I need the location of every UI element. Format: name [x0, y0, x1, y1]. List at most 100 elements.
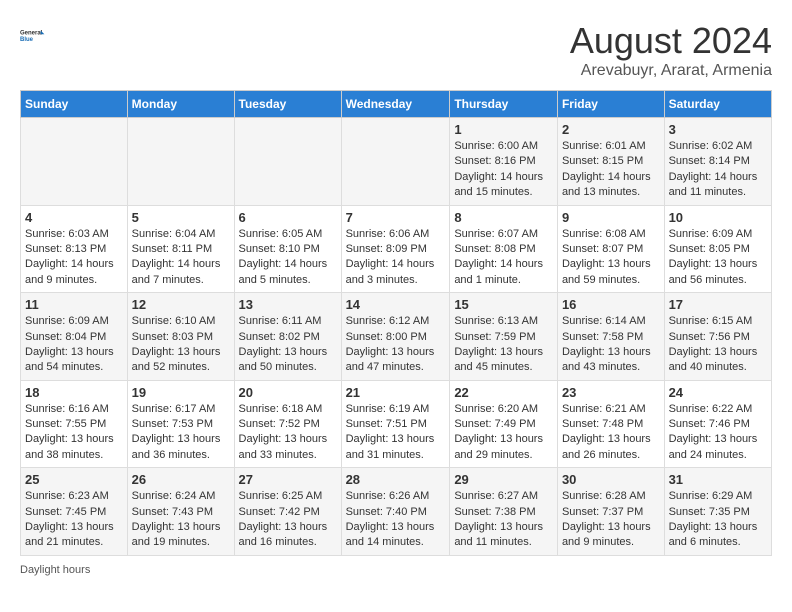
calendar-cell: 26 Sunrise: 6:24 AM Sunset: 7:43 PM Dayli… — [127, 468, 234, 556]
svg-text:General: General — [20, 30, 43, 36]
calendar-cell: 27Sunrise: 6:25 AM Sunset: 7:42 PM Dayli… — [234, 468, 341, 556]
day-number: 19 — [132, 385, 230, 400]
calendar-cell: 10 Sunrise: 6:09 AM Sunset: 8:05 PM Dayli… — [664, 205, 771, 293]
title-area: August 2024 Arevabuyr, Ararat, Armenia — [570, 20, 772, 80]
day-info: Sunrise: 6:28 AM Sunset: 7:37 PM Dayligh… — [562, 489, 660, 551]
day-info: Sunrise: 6:13 AM Sunset: 7:59 PM Dayligh… — [454, 314, 553, 376]
day-info: Sunrise: 6:11 AM Sunset: 8:02 PM Dayligh… — [239, 314, 337, 376]
day-info: Sunrise: 6:05 AM Sunset: 8:10 PM Dayligh… — [239, 227, 337, 289]
calendar-cell: 12 Sunrise: 6:10 AM Sunset: 8:03 PM Dayli… — [127, 293, 234, 381]
calendar-cell: 3 Sunrise: 6:02 AM Sunset: 8:14 PM Daylig… — [664, 118, 771, 206]
footer-note: Daylight hours — [20, 564, 772, 576]
main-title: August 2024 — [570, 20, 772, 62]
calendar-cell: 17Sunrise: 6:15 AM Sunset: 7:56 PM Dayli… — [664, 293, 771, 381]
calendar-cell: 18 Sunrise: 6:16 AM Sunset: 7:55 PM Dayli… — [21, 380, 128, 468]
calendar-week-row: 18 Sunrise: 6:16 AM Sunset: 7:55 PM Dayli… — [21, 380, 772, 468]
day-info: Sunrise: 6:08 AM Sunset: 8:07 PM Dayligh… — [562, 227, 660, 289]
day-number: 11 — [25, 297, 123, 312]
calendar-cell: 1 Sunrise: 6:00 AM Sunset: 8:16 PM Daylig… — [450, 118, 558, 206]
day-info: Sunrise: 6:23 AM Sunset: 7:45 PM Dayligh… — [25, 489, 123, 551]
day-info: Sunrise: 6:19 AM Sunset: 7:51 PM Dayligh… — [346, 402, 446, 464]
calendar-cell: 5Sunrise: 6:04 AM Sunset: 8:11 PM Daylig… — [127, 205, 234, 293]
day-number: 10 — [669, 210, 767, 225]
calendar-cell: 14 Sunrise: 6:12 AM Sunset: 8:00 PM Dayli… — [341, 293, 450, 381]
day-number: 26 — [132, 472, 230, 487]
day-number: 15 — [454, 297, 553, 312]
day-info: Sunrise: 6:09 AM Sunset: 8:05 PM Dayligh… — [669, 227, 767, 289]
day-info: Sunrise: 6:12 AM Sunset: 8:00 PM Dayligh… — [346, 314, 446, 376]
calendar-cell: 21 Sunrise: 6:19 AM Sunset: 7:51 PM Dayli… — [341, 380, 450, 468]
day-info: Sunrise: 6:06 AM Sunset: 8:09 PM Dayligh… — [346, 227, 446, 289]
day-info: Sunrise: 6:01 AM Sunset: 8:15 PM Dayligh… — [562, 139, 660, 201]
day-header: Sunday — [21, 91, 128, 118]
calendar-cell: 24 Sunrise: 6:22 AM Sunset: 7:46 PM Dayli… — [664, 380, 771, 468]
calendar-cell: 28 Sunrise: 6:26 AM Sunset: 7:40 PM Dayli… — [341, 468, 450, 556]
day-number: 8 — [454, 210, 553, 225]
logo: GeneralBlue — [20, 20, 50, 50]
calendar-cell: 29Sunrise: 6:27 AM Sunset: 7:38 PM Dayli… — [450, 468, 558, 556]
calendar-cell: 30 Sunrise: 6:28 AM Sunset: 7:37 PM Dayli… — [557, 468, 664, 556]
day-info: Sunrise: 6:04 AM Sunset: 8:11 PM Dayligh… — [132, 227, 230, 289]
calendar-cell: 4Sunrise: 6:03 AM Sunset: 8:13 PM Daylig… — [21, 205, 128, 293]
day-info: Sunrise: 6:14 AM Sunset: 7:58 PM Dayligh… — [562, 314, 660, 376]
calendar-cell: 7Sunrise: 6:06 AM Sunset: 8:09 PM Daylig… — [341, 205, 450, 293]
svg-text:Blue: Blue — [20, 37, 34, 43]
day-number: 24 — [669, 385, 767, 400]
day-header: Saturday — [664, 91, 771, 118]
day-info: Sunrise: 6:02 AM Sunset: 8:14 PM Dayligh… — [669, 139, 767, 201]
day-number: 28 — [346, 472, 446, 487]
day-number: 16 — [562, 297, 660, 312]
day-number: 18 — [25, 385, 123, 400]
day-info: Sunrise: 6:26 AM Sunset: 7:40 PM Dayligh… — [346, 489, 446, 551]
calendar-cell: 13Sunrise: 6:11 AM Sunset: 8:02 PM Dayli… — [234, 293, 341, 381]
calendar-cell: 8 Sunrise: 6:07 AM Sunset: 8:08 PM Daylig… — [450, 205, 558, 293]
day-header: Monday — [127, 91, 234, 118]
day-number: 29 — [454, 472, 553, 487]
calendar-week-row: 11 Sunrise: 6:09 AM Sunset: 8:04 PM Dayli… — [21, 293, 772, 381]
header: GeneralBlue August 2024 Arevabuyr, Arara… — [20, 20, 772, 80]
calendar-cell: 2 Sunrise: 6:01 AM Sunset: 8:15 PM Daylig… — [557, 118, 664, 206]
day-info: Sunrise: 6:21 AM Sunset: 7:48 PM Dayligh… — [562, 402, 660, 464]
calendar-cell: 20Sunrise: 6:18 AM Sunset: 7:52 PM Dayli… — [234, 380, 341, 468]
day-info: Sunrise: 6:20 AM Sunset: 7:49 PM Dayligh… — [454, 402, 553, 464]
calendar-cell — [234, 118, 341, 206]
day-header: Wednesday — [341, 91, 450, 118]
day-number: 21 — [346, 385, 446, 400]
day-header: Tuesday — [234, 91, 341, 118]
day-number: 25 — [25, 472, 123, 487]
day-number: 31 — [669, 472, 767, 487]
calendar-cell: 15 Sunrise: 6:13 AM Sunset: 7:59 PM Dayli… — [450, 293, 558, 381]
day-info: Sunrise: 6:10 AM Sunset: 8:03 PM Dayligh… — [132, 314, 230, 376]
day-number: 1 — [454, 122, 553, 137]
calendar-week-row: 1 Sunrise: 6:00 AM Sunset: 8:16 PM Daylig… — [21, 118, 772, 206]
calendar-cell: 19 Sunrise: 6:17 AM Sunset: 7:53 PM Dayli… — [127, 380, 234, 468]
day-info: Sunrise: 6:29 AM Sunset: 7:35 PM Dayligh… — [669, 489, 767, 551]
calendar-week-row: 25 Sunrise: 6:23 AM Sunset: 7:45 PM Dayli… — [21, 468, 772, 556]
calendar-cell — [341, 118, 450, 206]
header-row: SundayMondayTuesdayWednesdayThursdayFrid… — [21, 91, 772, 118]
day-info: Sunrise: 6:00 AM Sunset: 8:16 PM Dayligh… — [454, 139, 553, 201]
day-number: 6 — [239, 210, 337, 225]
logo-icon: GeneralBlue — [20, 20, 50, 50]
calendar-cell: 11 Sunrise: 6:09 AM Sunset: 8:04 PM Dayli… — [21, 293, 128, 381]
calendar-cell: 16 Sunrise: 6:14 AM Sunset: 7:58 PM Dayli… — [557, 293, 664, 381]
day-number: 20 — [239, 385, 337, 400]
day-number: 9 — [562, 210, 660, 225]
day-info: Sunrise: 6:07 AM Sunset: 8:08 PM Dayligh… — [454, 227, 553, 289]
day-number: 12 — [132, 297, 230, 312]
day-info: Sunrise: 6:03 AM Sunset: 8:13 PM Dayligh… — [25, 227, 123, 289]
calendar-cell: 9 Sunrise: 6:08 AM Sunset: 8:07 PM Daylig… — [557, 205, 664, 293]
day-info: Sunrise: 6:22 AM Sunset: 7:46 PM Dayligh… — [669, 402, 767, 464]
day-number: 3 — [669, 122, 767, 137]
day-number: 2 — [562, 122, 660, 137]
day-header: Thursday — [450, 91, 558, 118]
day-info: Sunrise: 6:16 AM Sunset: 7:55 PM Dayligh… — [25, 402, 123, 464]
day-number: 30 — [562, 472, 660, 487]
day-info: Sunrise: 6:24 AM Sunset: 7:43 PM Dayligh… — [132, 489, 230, 551]
calendar-cell: 22Sunrise: 6:20 AM Sunset: 7:49 PM Dayli… — [450, 380, 558, 468]
day-info: Sunrise: 6:17 AM Sunset: 7:53 PM Dayligh… — [132, 402, 230, 464]
day-info: Sunrise: 6:09 AM Sunset: 8:04 PM Dayligh… — [25, 314, 123, 376]
calendar-cell: 25 Sunrise: 6:23 AM Sunset: 7:45 PM Dayli… — [21, 468, 128, 556]
day-info: Sunrise: 6:25 AM Sunset: 7:42 PM Dayligh… — [239, 489, 337, 551]
day-number: 14 — [346, 297, 446, 312]
